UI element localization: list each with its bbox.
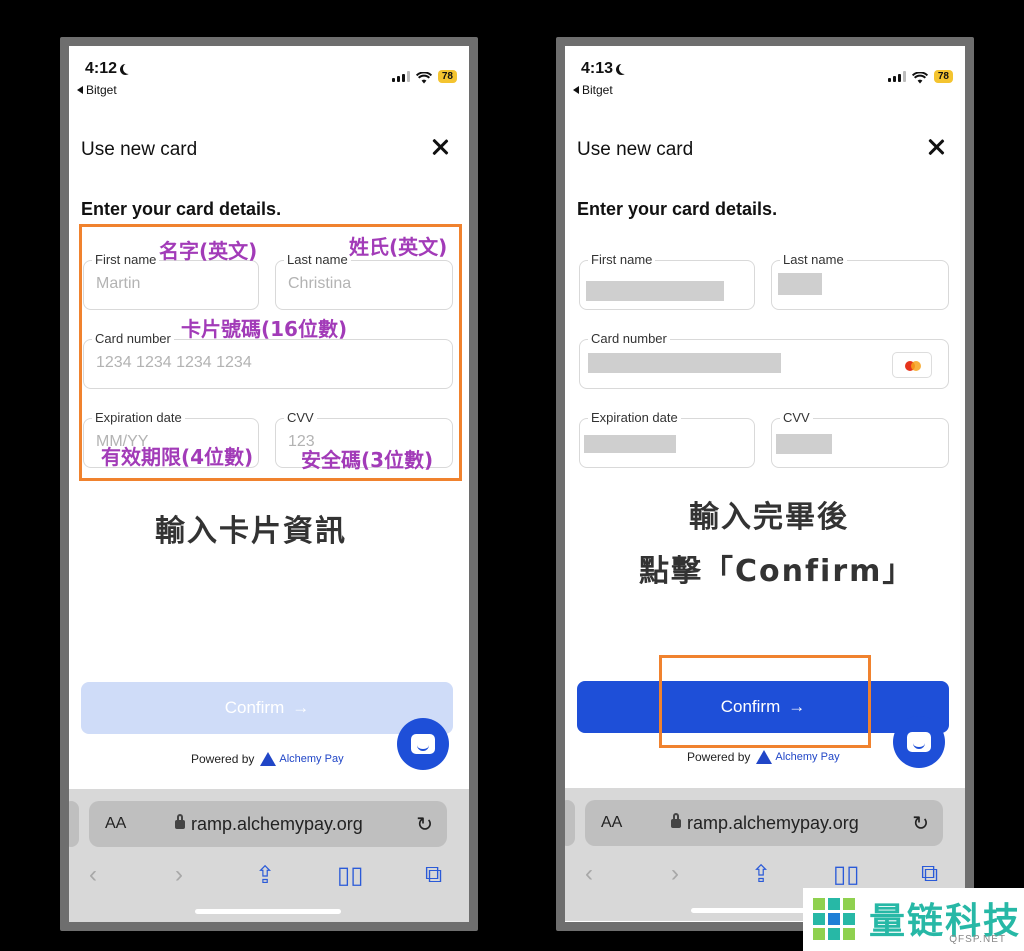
screen-right: 4:13 Bitget 78 Use new card Enter your c… xyxy=(565,46,965,922)
back-icon[interactable]: ‹ xyxy=(585,860,593,888)
last-name-label: Last name xyxy=(780,252,847,267)
reload-icon[interactable]: ↻ xyxy=(912,811,929,836)
wifi-icon xyxy=(911,70,928,83)
battery-badge: 78 xyxy=(437,70,457,83)
text-size-button[interactable]: AA xyxy=(105,815,126,833)
redacted-cvv xyxy=(776,434,832,454)
redacted-first-name xyxy=(586,281,724,301)
url-text: ramp.alchemypay.org xyxy=(191,813,363,834)
tabs-icon[interactable]: ⧉ xyxy=(425,861,442,889)
signal-icon xyxy=(887,71,906,82)
powered-by: Powered by Alchemy Pay xyxy=(687,750,840,764)
bookmarks-icon[interactable]: ▯▯ xyxy=(337,861,363,890)
share-icon[interactable]: ⇪ xyxy=(255,861,275,890)
battery-badge: 78 xyxy=(933,70,953,83)
text-size-button[interactable]: AA xyxy=(601,814,622,832)
sheet-title: Use new card xyxy=(577,139,694,160)
redacted-last-name xyxy=(778,273,822,295)
chat-support-button[interactable] xyxy=(893,716,945,768)
bookmarks-icon[interactable]: ▯▯ xyxy=(833,860,859,889)
section-heading: Enter your card details. xyxy=(81,199,282,219)
note-expiration: 有效期限(4位數) xyxy=(101,445,254,469)
url-text: ramp.alchemypay.org xyxy=(687,812,859,833)
close-icon[interactable] xyxy=(429,136,451,158)
previous-tab-stub[interactable] xyxy=(565,800,575,846)
note-first-name: 名字(英文) xyxy=(159,239,258,263)
alchemy-pay-name: Alchemy Pay xyxy=(775,751,840,763)
confirm-button[interactable]: Confirm → xyxy=(81,682,453,734)
previous-tab-stub[interactable] xyxy=(69,801,79,847)
confirm-highlight xyxy=(659,655,871,748)
sheet-title: Use new card xyxy=(81,139,198,160)
url-display: ramp.alchemypay.org xyxy=(175,813,363,835)
status-time: 4:13 xyxy=(581,60,630,78)
expiration-date-field[interactable]: Expiration date xyxy=(579,410,755,468)
powered-by-label: Powered by xyxy=(687,750,751,764)
card-number-label: Card number xyxy=(588,331,670,346)
phone-frame-right: 4:13 Bitget 78 Use new card Enter your c… xyxy=(556,37,974,931)
lock-icon xyxy=(175,813,185,829)
moon-icon xyxy=(123,63,134,74)
first-name-field[interactable]: First name xyxy=(579,252,755,310)
caption-after-entry: 輸入完畢後 xyxy=(689,500,849,535)
alchemy-pay-name: Alchemy Pay xyxy=(279,753,344,765)
last-name-field[interactable]: Last name xyxy=(771,252,949,310)
chat-icon xyxy=(907,732,931,752)
watermark: 量链科技 QFSP.NET xyxy=(803,888,1024,951)
alchemy-pay-logo: Alchemy Pay xyxy=(756,750,840,764)
signal-icon xyxy=(391,71,410,82)
close-icon[interactable] xyxy=(925,136,947,158)
phone-frame-left: 4:12 Bitget 78 Use new card Enter your c… xyxy=(60,37,478,931)
share-icon[interactable]: ⇪ xyxy=(751,860,771,889)
moon-icon xyxy=(619,63,630,74)
alchemy-mark-icon xyxy=(260,752,277,766)
alchemy-mark-icon xyxy=(756,750,773,764)
status-icons: 78 xyxy=(391,70,457,83)
browser-bar: AA ramp.alchemypay.org ↻ ‹ › ⇪ ▯▯ ⧉ xyxy=(69,789,469,922)
browser-toolbar: ‹ › ⇪ ▯▯ ⧉ xyxy=(69,857,469,893)
address-bar[interactable]: AA ramp.alchemypay.org ↻ xyxy=(89,801,447,847)
chat-support-button[interactable] xyxy=(397,718,449,770)
redacted-card-number xyxy=(588,353,781,373)
cvv-label: CVV xyxy=(780,410,813,425)
note-cvv: 安全碼(3位數) xyxy=(301,448,434,472)
lock-icon xyxy=(671,812,681,828)
confirm-label: Confirm xyxy=(224,698,285,717)
expiration-date-label: Expiration date xyxy=(588,410,681,425)
url-display: ramp.alchemypay.org xyxy=(671,812,859,834)
alchemy-pay-logo: Alchemy Pay xyxy=(260,752,344,766)
mastercard-icon xyxy=(892,352,932,378)
forward-icon[interactable]: › xyxy=(175,861,183,889)
back-to-app-link[interactable]: Bitget xyxy=(573,83,613,97)
note-card-number: 卡片號碼(16位數) xyxy=(181,317,348,341)
back-to-app-link[interactable]: Bitget xyxy=(77,83,117,97)
back-triangle-icon xyxy=(77,86,83,94)
home-indicator xyxy=(195,909,341,914)
brand-logo-icon xyxy=(813,898,855,940)
note-last-name: 姓氏(英文) xyxy=(349,235,448,259)
redacted-expiration xyxy=(584,435,676,453)
chat-icon xyxy=(411,734,435,754)
caption-enter-card: 輸入卡片資訊 xyxy=(155,514,347,549)
first-name-label: First name xyxy=(588,252,656,267)
tabs-icon[interactable]: ⧉ xyxy=(921,860,938,888)
wifi-icon xyxy=(415,70,432,83)
back-icon[interactable]: ‹ xyxy=(89,861,97,889)
screen-left: 4:12 Bitget 78 Use new card Enter your c… xyxy=(69,46,469,922)
section-heading: Enter your card details. xyxy=(577,199,778,219)
status-icons: 78 xyxy=(887,70,953,83)
watermark-domain: QFSP.NET xyxy=(949,934,1006,945)
status-time: 4:12 xyxy=(85,60,134,78)
cvv-field[interactable]: CVV xyxy=(771,410,949,468)
reload-icon[interactable]: ↻ xyxy=(416,812,433,837)
arrow-right-icon: → xyxy=(292,698,310,717)
forward-icon[interactable]: › xyxy=(671,860,679,888)
caption-click-confirm: 點擊「Confirm」 xyxy=(639,554,915,589)
browser-toolbar: ‹ › ⇪ ▯▯ ⧉ xyxy=(565,856,965,892)
powered-by: Powered by Alchemy Pay xyxy=(191,752,344,766)
back-triangle-icon xyxy=(573,86,579,94)
address-bar[interactable]: AA ramp.alchemypay.org ↻ xyxy=(585,800,943,846)
powered-by-label: Powered by xyxy=(191,752,255,766)
card-number-field[interactable]: Card number xyxy=(579,331,949,389)
